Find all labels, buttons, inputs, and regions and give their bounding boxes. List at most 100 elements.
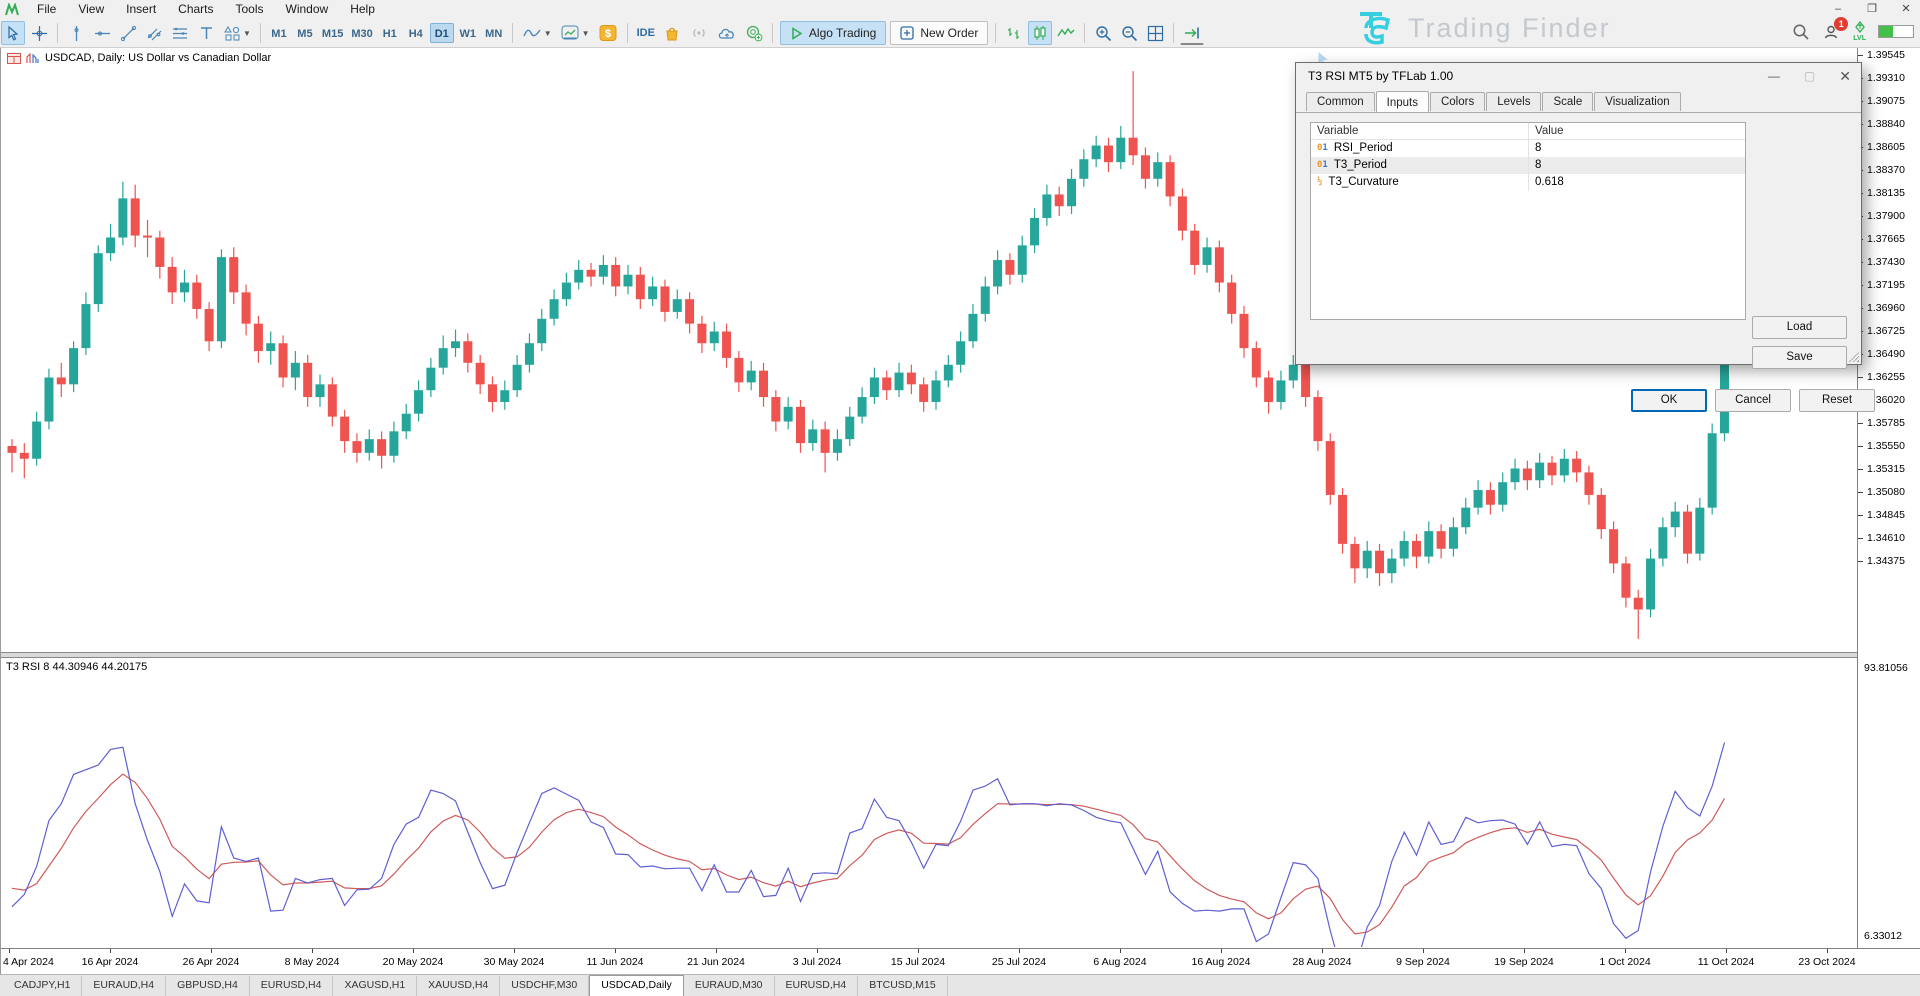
candle <box>1104 138 1113 172</box>
community-button[interactable] <box>742 21 766 45</box>
window-close-icon[interactable]: ✕ <box>1896 1 1916 17</box>
objects-dropdown-button[interactable]: ▼ <box>557 21 593 45</box>
bar-chart-button[interactable] <box>1002 21 1026 45</box>
symbol-tab-cadjpy-h1[interactable]: CADJPY,H1 <box>3 976 82 996</box>
chart-shift-button[interactable] <box>1180 21 1204 45</box>
symbol-tab-eurusd-h4[interactable]: EURUSD,H4 <box>250 976 334 996</box>
fibonacci-tool-button[interactable] <box>168 21 192 45</box>
timeframe-h1[interactable]: H1 <box>378 23 402 43</box>
indicators-dropdown-button[interactable]: ▼ <box>519 21 555 45</box>
candle <box>44 369 53 430</box>
timeframe-w1[interactable]: W1 <box>456 23 480 43</box>
depth-of-market-icon[interactable] <box>26 53 40 64</box>
text-tool-button[interactable] <box>194 21 218 45</box>
menu-window[interactable]: Window <box>275 0 340 19</box>
algo-trading-button[interactable]: Algo Trading <box>780 21 886 45</box>
menu-tools[interactable]: Tools <box>225 0 275 19</box>
tile-windows-button[interactable] <box>1143 21 1167 45</box>
one-click-trading-icon[interactable] <box>7 53 21 64</box>
time-axis[interactable]: 4 Apr 202416 Apr 202426 Apr 20248 May 20… <box>1 948 1920 974</box>
market-button[interactable] <box>660 21 684 45</box>
symbol-tab-usdcad-daily[interactable]: USDCAD,Daily <box>589 975 684 996</box>
shapes-tool-button[interactable]: ▼ <box>220 21 254 45</box>
indicator-dialog[interactable]: T3 RSI MT5 by TFLab 1.00 — ▢ ✕ CommonInp… <box>1295 62 1862 365</box>
price-label: 1.38135 <box>1867 187 1905 199</box>
dialog-minimize-icon[interactable]: — <box>1768 63 1780 89</box>
double-type-icon: ½ <box>1317 174 1322 191</box>
ok-button[interactable]: OK <box>1631 389 1707 412</box>
candle <box>981 277 990 322</box>
cloud-button[interactable] <box>714 21 740 45</box>
candle <box>1400 531 1409 566</box>
dialog-tab-levels[interactable]: Levels <box>1486 92 1541 111</box>
dialog-restore-icon[interactable]: ▢ <box>1804 63 1815 89</box>
line-chart-button[interactable] <box>1054 21 1078 45</box>
dialog-tab-visualization[interactable]: Visualization <box>1594 92 1680 111</box>
symbol-tab-euraud-m30[interactable]: EURAUD,M30 <box>684 976 775 996</box>
candle-chart-button[interactable] <box>1028 21 1052 45</box>
timeframe-m15[interactable]: M15 <box>319 23 346 43</box>
search-icon[interactable] <box>1792 23 1810 41</box>
dialog-tab-colors[interactable]: Colors <box>1430 92 1485 111</box>
crosshair-tool-button[interactable] <box>27 21 51 45</box>
deposit-button[interactable]: $ <box>595 21 621 45</box>
menu-insert[interactable]: Insert <box>115 0 167 19</box>
menu-file[interactable]: File <box>26 0 67 19</box>
timeframe-mn[interactable]: MN <box>482 23 506 43</box>
window-controls: – ❐ ✕ <box>1828 1 1916 17</box>
dialog-tab-scale[interactable]: Scale <box>1542 92 1593 111</box>
timeframe-m30[interactable]: M30 <box>348 23 375 43</box>
input-row[interactable]: ½T3_Curvature0.618 <box>1311 174 1745 191</box>
menu-charts[interactable]: Charts <box>167 0 224 19</box>
dialog-tab-inputs[interactable]: Inputs <box>1376 91 1429 112</box>
new-order-button[interactable]: New Order <box>890 21 988 45</box>
input-variable-cell: 01T3_Period <box>1311 157 1529 174</box>
timeframe-m1[interactable]: M1 <box>267 23 291 43</box>
price-axis[interactable]: 1.395451.393101.390751.388401.386051.383… <box>1857 48 1920 948</box>
symbol-tab-gbpusd-h4[interactable]: GBPUSD,H4 <box>166 976 250 996</box>
level-icon[interactable]: LVL <box>1853 21 1866 42</box>
cancel-button[interactable]: Cancel <box>1715 389 1791 412</box>
timeframe-d1[interactable]: D1 <box>430 23 454 43</box>
timeframe-m5[interactable]: M5 <box>293 23 317 43</box>
save-button[interactable]: Save <box>1752 346 1847 369</box>
reset-button[interactable]: Reset <box>1799 389 1875 412</box>
notifications-icon[interactable]: 1 <box>1822 23 1841 41</box>
dialog-close-icon[interactable]: ✕ <box>1839 63 1851 89</box>
candle <box>1683 505 1692 564</box>
input-value-cell[interactable]: 8 <box>1529 140 1745 157</box>
window-restore-icon[interactable]: ❐ <box>1862 1 1882 17</box>
input-value-cell[interactable]: 8 <box>1529 157 1745 174</box>
pane-separator[interactable] <box>1 652 1857 658</box>
symbol-tab-btcusd-m15[interactable]: BTCUSD,M15 <box>858 976 948 996</box>
symbol-tab-xagusd-h1[interactable]: XAGUSD,H1 <box>333 976 417 996</box>
vertical-line-tool-button[interactable] <box>64 21 88 45</box>
window-minimize-icon[interactable]: – <box>1828 1 1848 17</box>
ide-button[interactable]: IDE <box>634 21 658 45</box>
load-button[interactable]: Load <box>1752 316 1847 339</box>
menu-help[interactable]: Help <box>339 0 386 19</box>
zoom-in-button[interactable] <box>1091 21 1115 45</box>
dialog-tab-common[interactable]: Common <box>1306 92 1375 111</box>
timeframe-h4[interactable]: H4 <box>404 23 428 43</box>
indicator-chart[interactable] <box>1 659 1857 947</box>
input-value-cell[interactable]: 0.618 <box>1529 174 1745 191</box>
trendline-tool-button[interactable] <box>116 21 140 45</box>
dialog-resize-grip[interactable] <box>1849 352 1859 362</box>
horizontal-line-tool-button[interactable] <box>90 21 114 45</box>
signals-button[interactable] <box>686 21 712 45</box>
input-row[interactable]: 01RSI_Period8 <box>1311 140 1745 157</box>
cursor-tool-button[interactable] <box>1 21 25 45</box>
zoom-out-button[interactable] <box>1117 21 1141 45</box>
symbol-tab-eurusd-h4[interactable]: EURUSD,H4 <box>775 976 859 996</box>
inputs-table[interactable]: Variable Value 01RSI_Period801T3_Period8… <box>1310 122 1746 320</box>
symbol-tab-euraud-h4[interactable]: EURAUD,H4 <box>82 976 166 996</box>
price-tick <box>1858 377 1863 378</box>
dialog-title-bar[interactable]: T3 RSI MT5 by TFLab 1.00 — ▢ ✕ <box>1296 63 1861 89</box>
symbol-tab-xauusd-h4[interactable]: XAUUSD,H4 <box>417 976 500 996</box>
symbol-tab-usdchf-m30[interactable]: USDCHF,M30 <box>500 976 589 996</box>
price-tick <box>1858 446 1863 447</box>
menu-view[interactable]: View <box>67 0 115 19</box>
channel-tool-button[interactable] <box>142 21 166 45</box>
input-row[interactable]: 01T3_Period8 <box>1311 157 1745 174</box>
